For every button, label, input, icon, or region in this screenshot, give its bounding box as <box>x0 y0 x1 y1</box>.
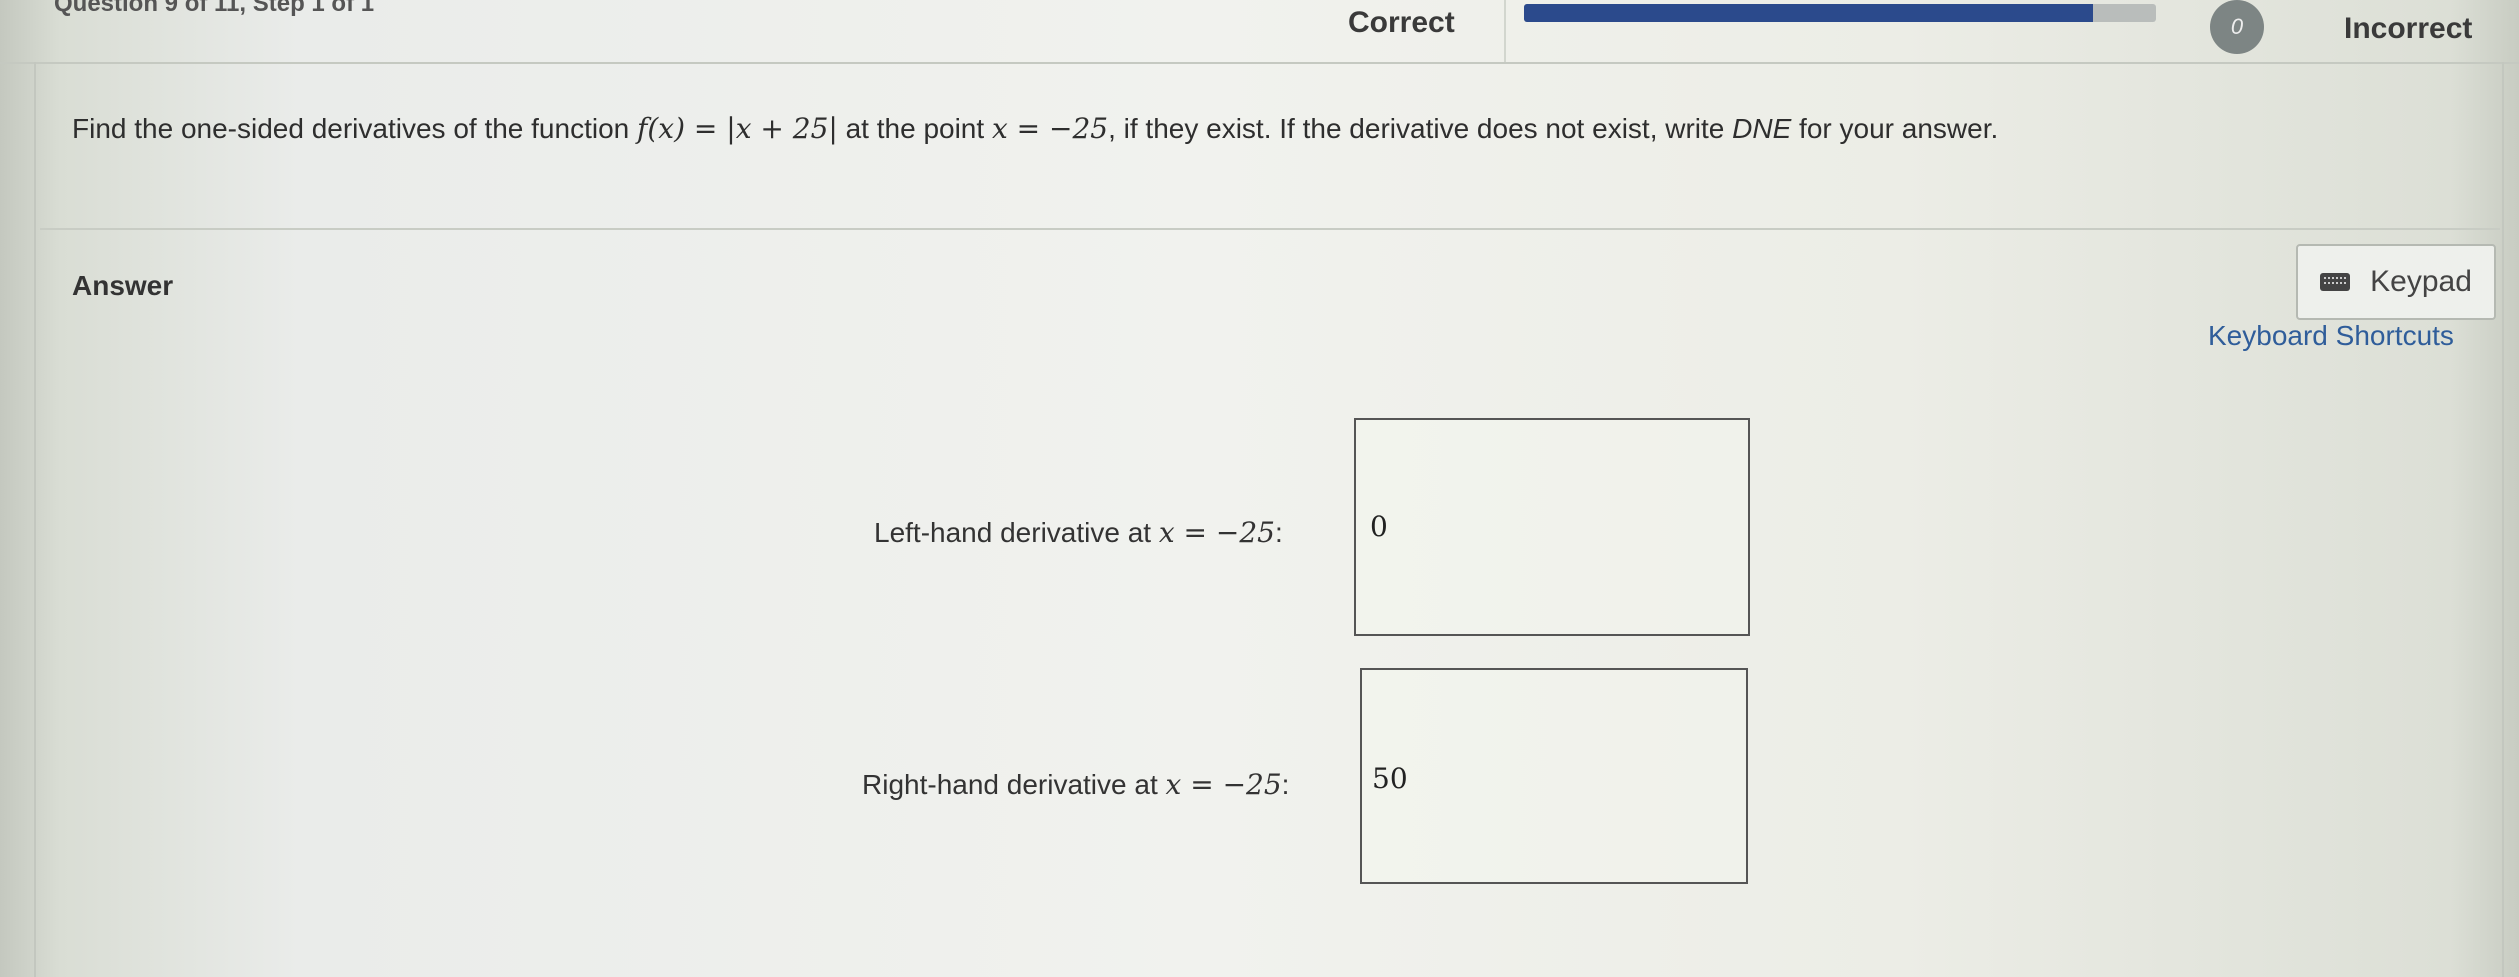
keyboard-icon <box>2320 273 2351 291</box>
left-derivative-label-text: Left-hand derivative at <box>874 517 1159 548</box>
left-derivative-input[interactable]: 0 <box>1354 418 1750 636</box>
point-expression: x = −25 <box>991 112 1109 145</box>
progress-bar-fill <box>1524 4 2093 22</box>
question-text: Find the one-sided derivatives of the fu… <box>72 112 1998 145</box>
question-counter: Question 9 of 11, Step 1 of 1 <box>54 0 375 17</box>
section-divider <box>40 228 2500 230</box>
left-derivative-value: 0 <box>1370 510 1388 543</box>
question-text-before: Find the one-sided derivatives of the fu… <box>72 113 638 144</box>
keypad-label: Keypad <box>2370 265 2472 298</box>
page: Question 9 of 11, Step 1 of 1 Correct 0 … <box>0 0 2519 977</box>
question-text-end: for your answer. <box>1791 113 1999 144</box>
dne-text: DNE <box>1732 113 1792 144</box>
correct-label: Correct <box>1348 6 1455 39</box>
top-bar: Question 9 of 11, Step 1 of 1 Correct 0 … <box>0 0 2519 64</box>
question-text-middle: at the point <box>837 113 992 144</box>
left-derivative-point: x = −25 <box>1158 516 1275 549</box>
right-derivative-label-text: Right-hand derivative at <box>862 769 1166 800</box>
topbar-divider <box>1504 0 1506 62</box>
panel-left-border <box>34 62 36 977</box>
progress-bar <box>1524 4 2156 22</box>
answer-heading: Answer <box>72 270 174 301</box>
right-derivative-input[interactable]: 50 <box>1360 668 1748 884</box>
right-derivative-point: x = −25 <box>1165 768 1282 801</box>
keypad-button[interactable]: Keypad <box>2296 244 2496 320</box>
right-derivative-label: Right-hand derivative at x = −25: <box>862 768 1289 801</box>
function-expression: f(x) = |x + 25| <box>637 112 838 145</box>
keyboard-shortcuts-link[interactable]: Keyboard Shortcuts <box>2208 320 2454 352</box>
right-derivative-value: 50 <box>1372 762 1408 795</box>
question-text-after: , if they exist. If the derivative does … <box>1108 113 1733 144</box>
panel-right-border <box>2502 62 2504 977</box>
right-derivative-colon: : <box>1281 769 1290 800</box>
left-derivative-label: Left-hand derivative at x = −25: <box>874 516 1283 549</box>
left-derivative-colon: : <box>1275 517 1283 548</box>
score-badge: 0 <box>2210 0 2264 54</box>
incorrect-label: Incorrect <box>2344 12 2473 45</box>
